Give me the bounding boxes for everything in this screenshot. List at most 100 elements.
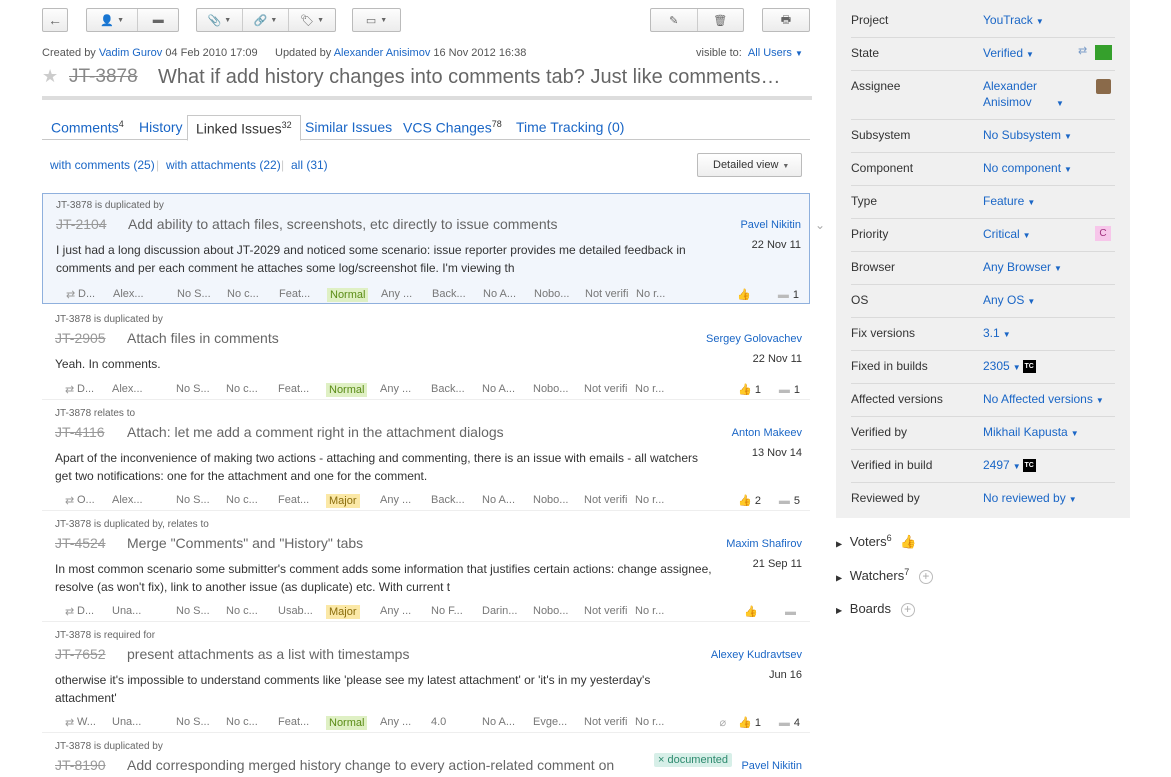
issue-field-value[interactable]: Alex... xyxy=(112,383,143,395)
thumbs-up-icon[interactable]: 👍 xyxy=(738,384,752,396)
issue-field-value[interactable]: No r... xyxy=(636,288,665,300)
field-value-select[interactable]: Mikhail Kapusta ▼ xyxy=(983,424,1079,442)
linked-issue-title[interactable]: Merge "Comments" and "History" tabs xyxy=(127,535,363,551)
linked-issue-id[interactable]: JT-2104 xyxy=(56,216,107,232)
thumbs-up-icon[interactable]: 👍 xyxy=(738,717,752,729)
thumbs-up-icon[interactable]: 👍 xyxy=(738,495,752,507)
linked-issue-author[interactable]: Maxim Shafirov xyxy=(726,538,802,550)
field-value-select[interactable]: No reviewed by ▼ xyxy=(983,490,1077,508)
tag-badge[interactable]: × documented xyxy=(653,753,732,767)
tab-time-tracking[interactable]: Time Tracking (0) xyxy=(508,115,632,140)
filter-with-comments[interactable]: with comments (25) xyxy=(50,158,155,172)
tab-comments[interactable]: Comments4 xyxy=(43,115,132,140)
issue-field-value[interactable]: No A... xyxy=(482,494,515,506)
creator-link[interactable]: Vadim Gurov xyxy=(99,47,162,59)
issue-field-value[interactable]: Alex... xyxy=(113,288,144,300)
tag-button[interactable]: 🏷 ▼ xyxy=(289,9,335,31)
issue-field-value[interactable]: Normal xyxy=(326,383,368,397)
linked-issue-title[interactable]: Attach files in comments xyxy=(127,330,279,346)
field-value-select[interactable]: Any Browser ▼ xyxy=(983,259,1062,277)
field-value-select[interactable]: Alexander Anisimov ▼ xyxy=(983,78,1064,112)
issue-field-value[interactable]: Normal xyxy=(326,716,368,730)
linked-issue-row[interactable]: JT-3878 is duplicated by JT-8190 Add corre… xyxy=(42,735,810,777)
issue-field-value[interactable]: Nobo... xyxy=(533,383,568,395)
linked-issue-id[interactable]: JT-4524 xyxy=(55,535,106,551)
boards-section[interactable]: ▶ Boards + xyxy=(836,601,915,617)
field-value-select[interactable]: No Subsystem ▼ xyxy=(983,127,1072,145)
issue-field-value[interactable]: Major xyxy=(326,494,360,508)
issue-field-value[interactable]: Back... xyxy=(432,288,466,300)
issue-field-value[interactable]: Not verifi xyxy=(584,716,627,728)
comment-icon[interactable]: ▬ xyxy=(785,606,796,618)
issue-field-value[interactable]: Back... xyxy=(431,383,465,395)
field-value-select[interactable]: Critical ▼ xyxy=(983,226,1031,244)
voters-section[interactable]: ▶ Voters6 👍 xyxy=(836,533,916,550)
issue-field-value[interactable]: Major xyxy=(326,605,360,619)
field-value-select[interactable]: 2305 ▼ TC xyxy=(983,358,1036,376)
issue-field-value[interactable]: No c... xyxy=(226,383,258,395)
issue-field-value[interactable]: D... xyxy=(78,288,95,300)
linked-issue-author[interactable]: Anton Makeev xyxy=(732,427,802,439)
issue-field-value[interactable]: Normal xyxy=(327,288,369,302)
issue-field-value[interactable]: Darin... xyxy=(482,605,517,617)
linked-issue-row[interactable]: JT-3878 is required for JT-7652 present at… xyxy=(42,624,810,733)
field-value-select[interactable]: No Affected versions ▼ xyxy=(983,391,1104,409)
tab-vcs-changes[interactable]: VCS Changes78 xyxy=(395,115,510,140)
linked-issue-title[interactable]: present attachments as a list with times… xyxy=(127,646,409,662)
issue-field-value[interactable]: W... xyxy=(77,716,96,728)
linked-issue-author[interactable]: Pavel Nikitin xyxy=(740,219,801,231)
issue-field-value[interactable]: Not verifi xyxy=(584,383,627,395)
issue-field-value[interactable]: Feat... xyxy=(278,383,309,395)
linked-issue-row[interactable]: JT-3878 relates to JT-4116 Attach: let me … xyxy=(42,402,810,511)
field-value-select[interactable]: Feature ▼ xyxy=(983,193,1035,211)
issue-field-value[interactable]: No S... xyxy=(176,383,210,395)
linked-issue-row[interactable]: JT-3878 is duplicated by, relates to JT-4… xyxy=(42,513,810,622)
updater-link[interactable]: Alexander Anisimov xyxy=(334,47,431,59)
issue-field-value[interactable]: Una... xyxy=(112,716,141,728)
issue-field-value[interactable]: Usab... xyxy=(278,605,313,617)
issue-field-value[interactable]: No r... xyxy=(635,605,664,617)
issue-field-value[interactable]: No r... xyxy=(635,383,664,395)
issue-field-value[interactable]: No c... xyxy=(227,288,259,300)
filter-all[interactable]: all (31) xyxy=(291,158,328,172)
chevron-down-icon[interactable]: ⌄ xyxy=(815,218,825,232)
issue-field-value[interactable]: Not verifi xyxy=(584,605,627,617)
field-value-select[interactable]: No component ▼ xyxy=(983,160,1072,178)
issue-field-value[interactable]: Feat... xyxy=(278,716,309,728)
issue-field-value[interactable]: Nobo... xyxy=(533,494,568,506)
issue-field-value[interactable]: No A... xyxy=(482,383,515,395)
issue-field-value[interactable]: No c... xyxy=(226,494,258,506)
linked-issue-id[interactable]: JT-8190 xyxy=(55,757,106,773)
issue-field-value[interactable]: No c... xyxy=(226,716,258,728)
attach-button[interactable]: 📎 ▼ xyxy=(197,9,243,31)
print-button[interactable]: 🖶 xyxy=(762,8,810,32)
comment-button[interactable]: ▬ xyxy=(138,9,178,31)
issue-field-value[interactable]: Any ... xyxy=(380,605,411,617)
issue-field-value[interactable]: D... xyxy=(77,383,94,395)
star-icon[interactable]: ★ xyxy=(42,66,58,87)
issue-field-value[interactable]: Feat... xyxy=(279,288,310,300)
visibility-select[interactable]: All Users xyxy=(748,47,792,59)
issue-field-value[interactable]: Nobo... xyxy=(534,288,569,300)
teamcity-icon[interactable]: TC xyxy=(1022,459,1036,473)
issue-field-value[interactable]: Any ... xyxy=(380,716,411,728)
issue-field-value[interactable]: D... xyxy=(77,605,94,617)
issue-field-value[interactable]: Not verifi xyxy=(584,494,627,506)
detailed-view-button[interactable]: Detailed view ▼ xyxy=(697,153,802,177)
issue-field-value[interactable]: Evge... xyxy=(533,716,567,728)
issue-field-value[interactable]: No A... xyxy=(483,288,516,300)
issue-field-value[interactable]: No r... xyxy=(635,716,664,728)
linked-issue-author[interactable]: Pavel Nikitin xyxy=(741,760,802,772)
field-value-select[interactable]: Any OS ▼ xyxy=(983,292,1035,310)
issue-field-value[interactable]: No S... xyxy=(176,716,210,728)
issue-field-value[interactable]: No c... xyxy=(226,605,258,617)
field-value-select[interactable]: 3.1 ▼ xyxy=(983,325,1011,343)
add-board-icon[interactable]: + xyxy=(900,603,915,617)
issue-field-value[interactable]: No r... xyxy=(635,494,664,506)
comment-icon[interactable]: ▬ xyxy=(779,717,790,729)
linked-issue-row[interactable]: JT-3878 is duplicated by JT-2104 Add abili… xyxy=(42,193,810,304)
linked-issue-author[interactable]: Alexey Kudravtsev xyxy=(711,649,802,661)
issue-field-value[interactable]: Una... xyxy=(112,605,141,617)
issue-field-value[interactable]: No S... xyxy=(177,288,211,300)
linked-issue-title[interactable]: Add ability to attach files, screenshots… xyxy=(128,216,558,232)
